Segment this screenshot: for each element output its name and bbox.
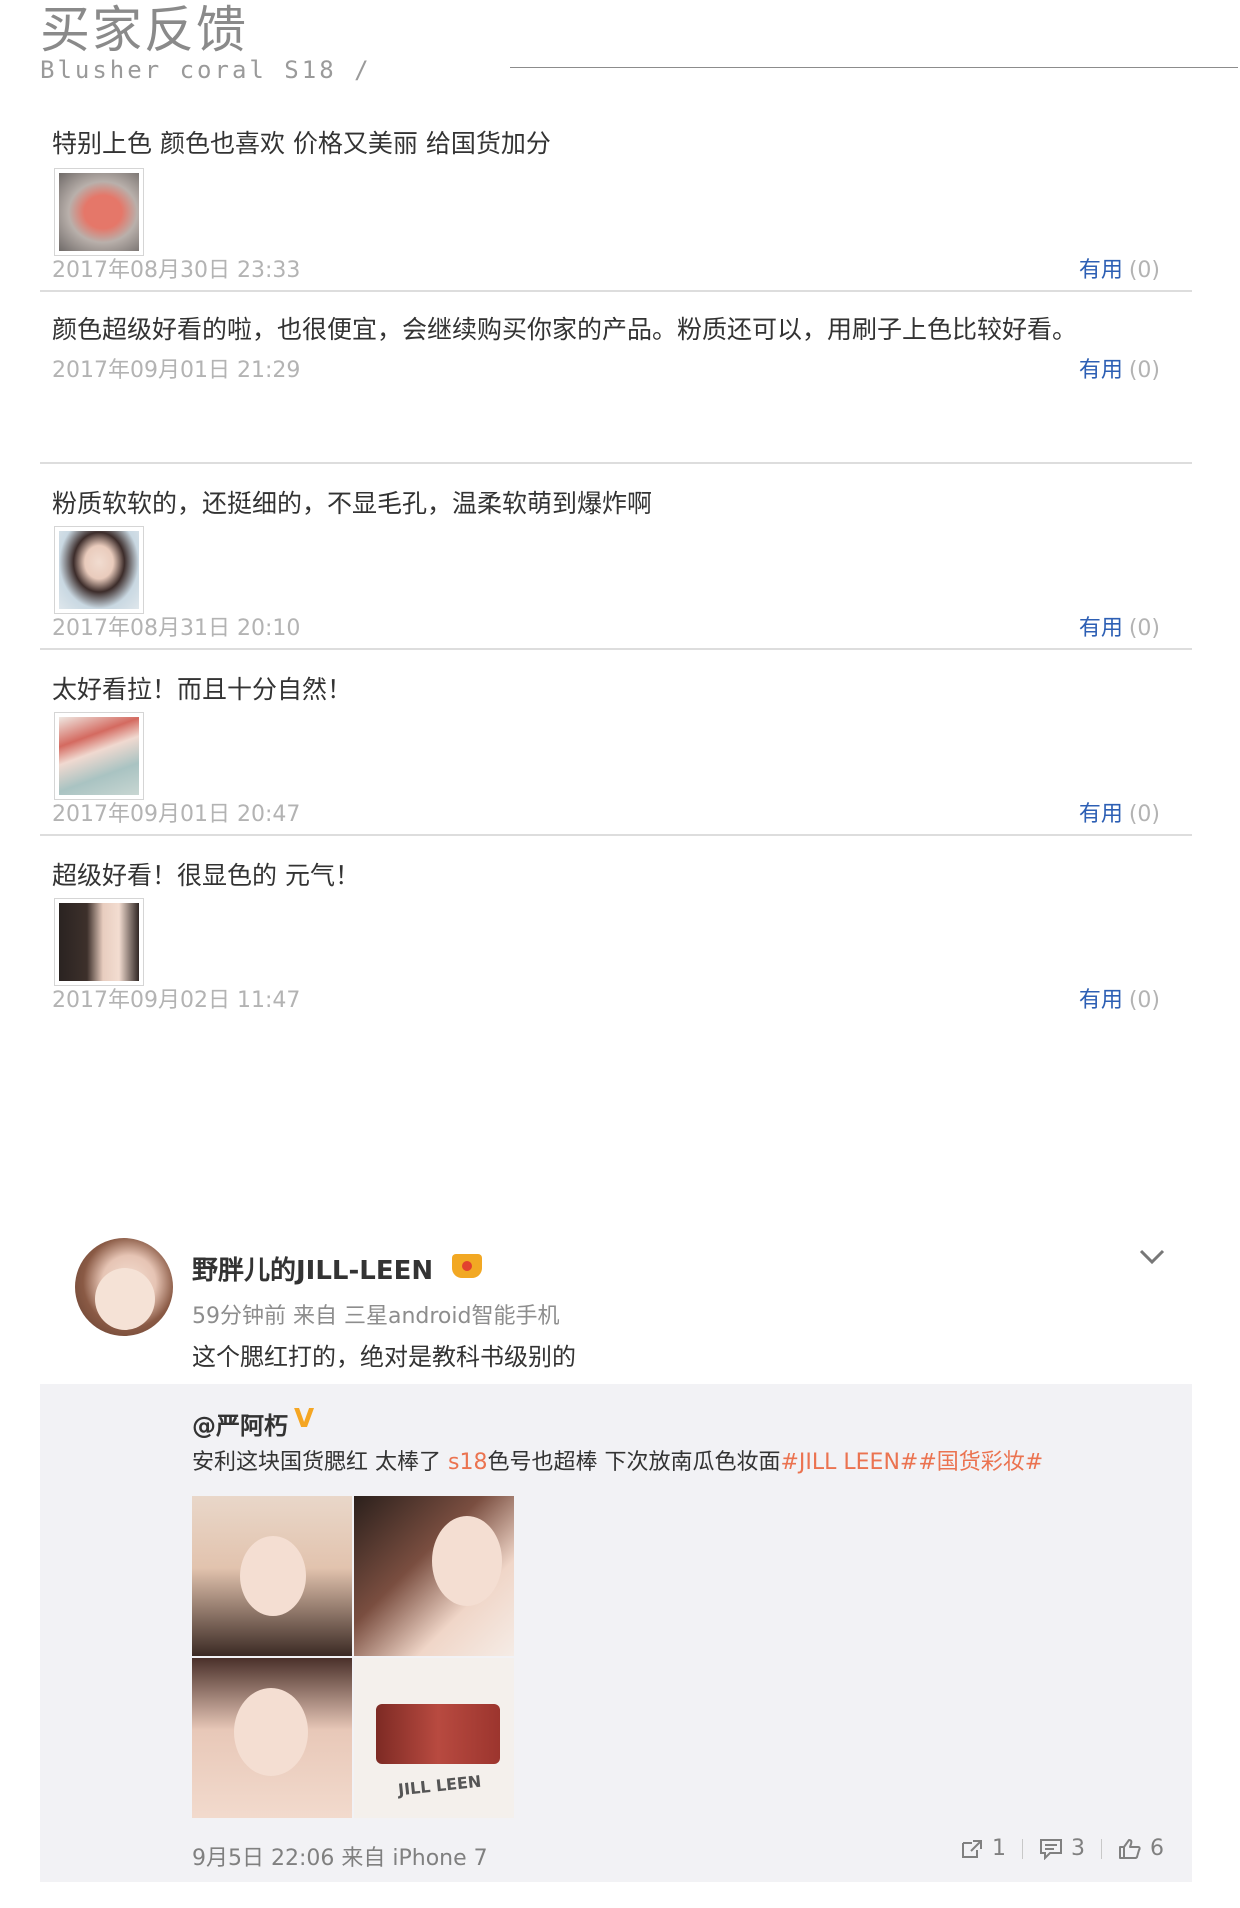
action-bar: 1 3 6 (960, 1836, 1164, 1861)
review-item: 粉质软软的，还挺细的，不显毛孔，温柔软萌到爆炸啊 2017年08月31日 20:… (40, 464, 1192, 650)
repost-author[interactable]: @严阿朽 (192, 1406, 288, 1441)
review-thumbnail[interactable] (54, 898, 144, 986)
share-icon (962, 1839, 982, 1858)
photo[interactable] (192, 1496, 352, 1656)
review-date: 2017年09月01日 21:29 (52, 358, 301, 383)
comment-button[interactable]: 3 (1039, 1836, 1085, 1861)
repost-text-part: 安利这块国货腮红 太棒了 (192, 1450, 448, 1475)
review-item: 超级好看！很显色的 元气！ 2017年09月02日 11:47 有用 (0) (40, 836, 1192, 1022)
useful-count: (0) (1128, 802, 1160, 827)
useful-button[interactable]: 有用 (0) (1079, 796, 1160, 828)
page-title: 买家反馈 (40, 1, 248, 59)
header-divider (510, 67, 1238, 68)
photo[interactable] (192, 1658, 352, 1818)
review-item: 特别上色 颜色也喜欢 价格又美丽 给国货加分 2017年08月30日 23:33… (40, 120, 1192, 292)
comment-icon (1040, 1838, 1062, 1860)
review-date: 2017年09月01日 20:47 (52, 802, 301, 827)
useful-button[interactable]: 有用 (0) (1079, 982, 1160, 1014)
useful-label[interactable]: 有用 (1079, 802, 1123, 827)
repost-box: @严阿朽 V 安利这块国货腮红 太棒了 s18色号也超棒 下次放南瓜色妆面#JI… (40, 1384, 1192, 1882)
useful-count: (0) (1128, 616, 1160, 641)
review-date: 2017年08月31日 20:10 (52, 616, 301, 641)
useful-count: (0) (1128, 358, 1160, 383)
avatar[interactable] (75, 1238, 173, 1336)
hashtag-link[interactable]: #JILL LEEN##国货彩妆# (780, 1450, 1043, 1475)
repost-count: 1 (992, 1836, 1006, 1861)
review-text: 超级好看！很显色的 元气！ (52, 861, 360, 890)
photo-grid: JILL LEEN (192, 1496, 514, 1818)
verified-icon: V (294, 1404, 315, 1434)
useful-label[interactable]: 有用 (1079, 258, 1123, 283)
useful-label[interactable]: 有用 (1079, 358, 1123, 383)
chevron-down-icon[interactable] (1138, 1248, 1166, 1266)
review-thumbnail[interactable] (54, 168, 144, 256)
review-text: 特别上色 颜色也喜欢 价格又美丽 给国货加分 (52, 129, 551, 158)
comment-count: 3 (1071, 1836, 1085, 1861)
repost-text-part: 色号也超棒 下次放南瓜色妆面 (487, 1450, 781, 1475)
review-text: 粉质软软的，还挺细的，不显毛孔，温柔软萌到爆炸啊 (52, 489, 653, 518)
useful-button[interactable]: 有用 (0) (1079, 352, 1160, 384)
action-divider (1022, 1838, 1023, 1859)
photo[interactable] (354, 1496, 514, 1656)
review-item: 太好看拉！而且十分自然！ 2017年09月01日 20:47 有用 (0) (40, 650, 1192, 836)
review-text: 颜色超级好看的啦，也很便宜，会继续购买你家的产品。粉质还可以，用刷子上色比较好看… (52, 315, 1078, 344)
review-thumbnail[interactable] (54, 712, 144, 800)
weibo-post: 野胖儿的JILL-LEEN 59分钟前 来自 三星android智能手机 这个腮… (40, 1210, 1192, 1882)
action-divider (1101, 1838, 1102, 1859)
thumbs-up-icon (1119, 1838, 1141, 1859)
useful-button[interactable]: 有用 (0) (1079, 252, 1160, 284)
review-thumbnail[interactable] (54, 526, 144, 614)
review-date: 2017年08月30日 23:33 (52, 258, 301, 283)
color-tag[interactable]: s18 (448, 1450, 487, 1475)
product-brand: JILL LEEN (397, 1771, 483, 1800)
photo[interactable]: JILL LEEN (354, 1658, 514, 1818)
post-text: 这个腮红打的，绝对是教科书级别的 (192, 1343, 576, 1371)
post-meta: 59分钟前 来自 三星android智能手机 (192, 1304, 560, 1329)
useful-count: (0) (1128, 258, 1160, 283)
username[interactable]: 野胖儿的JILL-LEEN (192, 1250, 433, 1287)
useful-label[interactable]: 有用 (1079, 616, 1123, 641)
crown-icon (452, 1254, 482, 1278)
review-text: 太好看拉！而且十分自然！ (52, 675, 353, 704)
repost-button[interactable]: 1 (960, 1836, 1006, 1861)
like-count: 6 (1150, 1836, 1164, 1861)
review-item: 颜色超级好看的啦，也很便宜，会继续购买你家的产品。粉质还可以，用刷子上色比较好看… (40, 292, 1192, 464)
like-button[interactable]: 6 (1118, 1836, 1164, 1861)
useful-label[interactable]: 有用 (1079, 988, 1123, 1013)
repost-footer: 9月5日 22:06 来自 iPhone 7 (192, 1846, 488, 1871)
useful-count: (0) (1128, 988, 1160, 1013)
page-subtitle: Blusher coral S18 / (40, 56, 372, 84)
repost-text: 安利这块国货腮红 太棒了 s18色号也超棒 下次放南瓜色妆面#JILL LEEN… (192, 1444, 1043, 1476)
useful-button[interactable]: 有用 (0) (1079, 610, 1160, 642)
review-date: 2017年09月02日 11:47 (52, 988, 301, 1013)
